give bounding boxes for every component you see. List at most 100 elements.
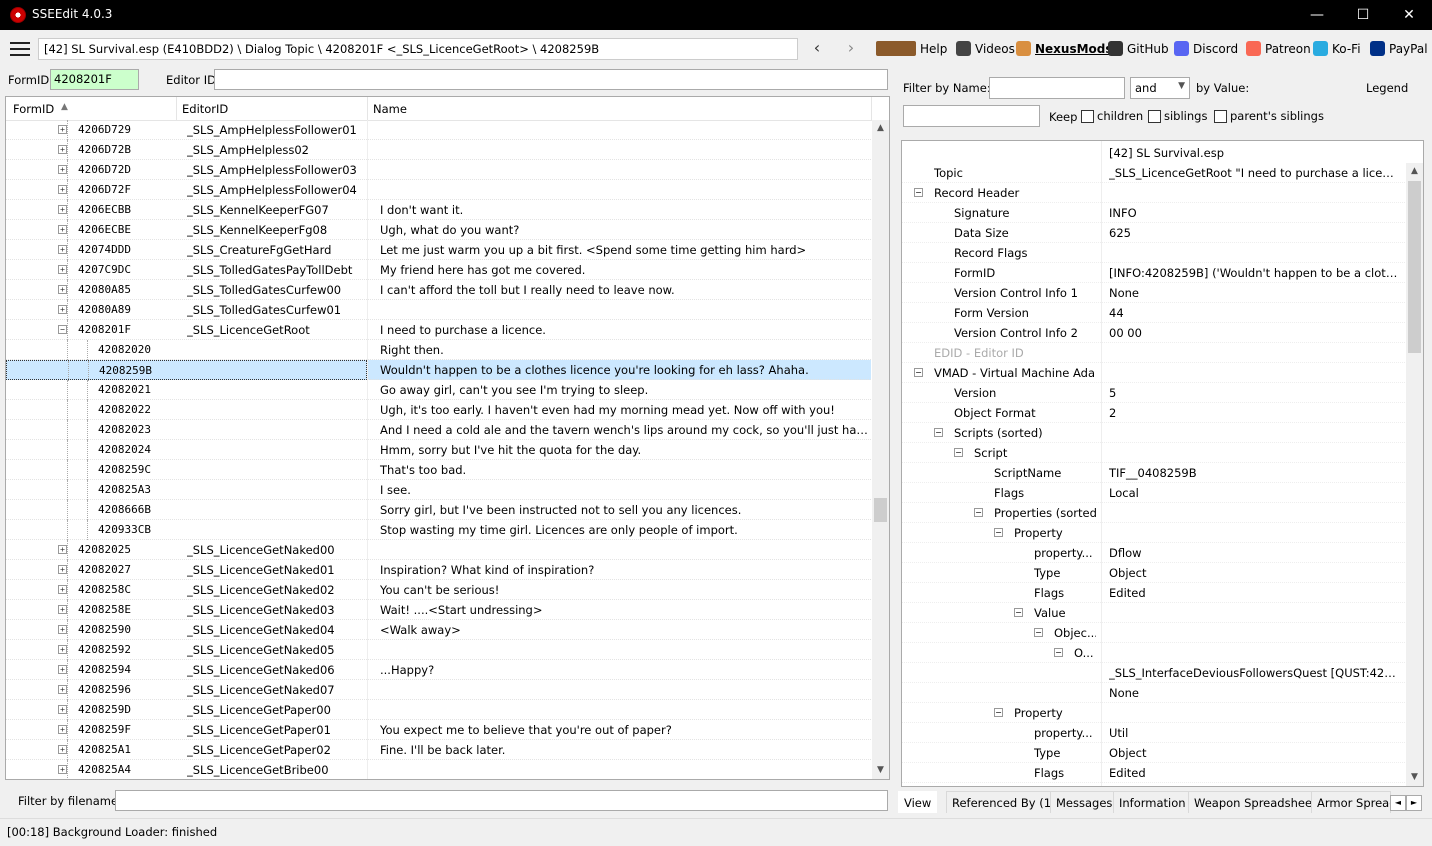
field-row[interactable]: Type Object — [902, 743, 1407, 763]
tree-row[interactable]: 4208259C That's too bad. — [6, 460, 871, 480]
tree-row[interactable]: +4208259D _SLS_LicenceGetPaper00 — [6, 700, 871, 720]
tree-row[interactable]: +42080A89 _SLS_TolledGatesCurfew01 — [6, 300, 871, 320]
record-fields-tree[interactable]: [42] SL Survival.esp Topic _SLS_LicenceGe… — [901, 140, 1424, 787]
filter-value-input[interactable] — [903, 105, 1040, 127]
close-button[interactable]: ✕ — [1386, 0, 1432, 30]
expand-icon[interactable]: + — [58, 665, 67, 674]
expand-icon[interactable]: + — [58, 205, 67, 214]
tree-scrollbar[interactable]: ▲ ▼ — [872, 120, 889, 779]
field-row[interactable]: − Property — [902, 703, 1407, 723]
link-nexusmods[interactable]: NexusMods — [1016, 41, 1113, 56]
field-row[interactable]: − Value — [902, 603, 1407, 623]
tree-row[interactable]: +4208258C _SLS_LicenceGetNaked02 You can't… — [6, 580, 871, 600]
field-row[interactable]: Flags Local — [902, 483, 1407, 503]
field-row[interactable]: Flags Edited — [902, 583, 1407, 603]
field-row[interactable]: − VMAD - Virtual Machine Ada... — [902, 363, 1407, 383]
collapse-icon[interactable]: − — [914, 368, 923, 377]
tree-row[interactable]: 42082022 Ugh, it's too early. I haven't e… — [6, 400, 871, 420]
tree-row[interactable]: 420933CB Stop wasting my time girl. Licen… — [6, 520, 871, 540]
field-row[interactable]: Record Flags — [902, 243, 1407, 263]
column-editorid[interactable]: EditorID — [182, 102, 228, 116]
field-row[interactable]: − Script — [902, 443, 1407, 463]
tab-right-icon[interactable]: ► — [1406, 795, 1422, 811]
expand-icon[interactable]: + — [58, 705, 67, 714]
scroll-up-icon[interactable]: ▲ — [872, 120, 889, 137]
collapse-icon[interactable]: − — [994, 708, 1003, 717]
scroll-up-icon[interactable]: ▲ — [1406, 163, 1423, 180]
forward-arrow-icon[interactable]: › — [840, 38, 862, 60]
field-row[interactable]: Object Format 2 — [902, 403, 1407, 423]
field-row[interactable]: Version 5 — [902, 383, 1407, 403]
tree-row[interactable]: +42082027 _SLS_LicenceGetNaked01 Inspirati… — [6, 560, 871, 580]
tree-row[interactable]: +42080A85 _SLS_TolledGatesCurfew00 I can't… — [6, 280, 871, 300]
tree-row[interactable]: +420825A4 _SLS_LicenceGetBribe00 — [6, 760, 871, 779]
tree-row[interactable]: +4206ECBB _SLS_KennelKeeperFG07 I don't wa… — [6, 200, 871, 220]
scroll-down-icon[interactable]: ▼ — [1406, 769, 1423, 786]
field-row[interactable]: − Record Header — [902, 183, 1407, 203]
link-github[interactable]: GitHub — [1108, 41, 1169, 56]
tree-row[interactable]: +4208258E _SLS_LicenceGetNaked03 Wait! ...… — [6, 600, 871, 620]
field-row[interactable]: Type Object — [902, 563, 1407, 583]
field-row[interactable]: property... Dflow — [902, 543, 1407, 563]
expand-icon[interactable]: + — [58, 645, 67, 654]
expand-icon[interactable]: + — [58, 225, 67, 234]
field-row[interactable]: Form Version 44 — [902, 303, 1407, 323]
filename-filter-input[interactable] — [115, 790, 888, 811]
collapse-icon[interactable]: − — [1014, 608, 1023, 617]
collapse-icon[interactable]: − — [934, 428, 943, 437]
tree-row[interactable]: +42082592 _SLS_LicenceGetNaked05 — [6, 640, 871, 660]
tree-row[interactable]: +4207C9DC _SLS_TolledGatesPayTollDebt My f… — [6, 260, 871, 280]
record-tree[interactable]: FormID ▲ EditorID Name +4206D729 _SLS_Amp… — [5, 96, 890, 780]
field-row[interactable]: Data Size 625 — [902, 223, 1407, 243]
link-help[interactable]: Help — [876, 41, 947, 56]
field-row[interactable]: Version Control Info 1 None — [902, 283, 1407, 303]
scroll-down-icon[interactable]: ▼ — [872, 762, 889, 779]
tree-row[interactable]: 42082020 Right then. — [6, 340, 871, 360]
tree-row[interactable]: 42082024 Hmm, sorry but I've hit the quot… — [6, 440, 871, 460]
expand-icon[interactable]: + — [58, 265, 67, 274]
filter-name-input[interactable] — [989, 77, 1125, 99]
field-row[interactable]: ScriptName TIF__0408259B — [902, 463, 1407, 483]
collapse-icon[interactable]: − — [1034, 628, 1043, 637]
field-row[interactable]: FormID [INFO:4208259B] ('Wouldn't happen … — [902, 263, 1407, 283]
tree-row[interactable]: 420825A3 I see. — [6, 480, 871, 500]
link-discord[interactable]: Discord — [1174, 41, 1238, 56]
field-row[interactable]: Version Control Info 2 00 00 — [902, 323, 1407, 343]
field-row[interactable]: − Properties (sorted) — [902, 503, 1407, 523]
tree-row[interactable]: +42082594 _SLS_LicenceGetNaked06 ...Happy? — [6, 660, 871, 680]
tab-left-icon[interactable]: ◄ — [1390, 795, 1406, 811]
collapse-icon[interactable]: − — [994, 528, 1003, 537]
parents-siblings-checkbox[interactable] — [1214, 110, 1227, 123]
expand-icon[interactable]: + — [58, 605, 67, 614]
link-ko-fi[interactable]: Ko-Fi — [1313, 41, 1361, 56]
tab-weapon-spreadsheet[interactable]: Weapon Spreadsheet — [1188, 791, 1323, 813]
field-row[interactable]: property... Util — [902, 723, 1407, 743]
tree-row[interactable]: +4206D72D _SLS_AmpHelplessFollower03 — [6, 160, 871, 180]
tree-row[interactable]: 4208259B Wouldn't happen to be a clothes … — [6, 360, 871, 381]
field-row[interactable]: Topic _SLS_LicenceGetRoot "I need to purc… — [902, 163, 1407, 183]
collapse-icon[interactable]: − — [58, 325, 67, 334]
expand-icon[interactable]: + — [58, 565, 67, 574]
tab-scroller[interactable]: ◄ ► — [1390, 794, 1424, 811]
column-formid[interactable]: FormID — [13, 102, 54, 116]
collapse-icon[interactable]: − — [954, 448, 963, 457]
siblings-checkbox[interactable] — [1148, 110, 1161, 123]
tab-information[interactable]: Information — [1113, 791, 1192, 813]
tree-row[interactable]: +4206D72F _SLS_AmpHelplessFollower04 — [6, 180, 871, 200]
expand-icon[interactable]: + — [58, 285, 67, 294]
link-paypal[interactable]: PayPal — [1370, 41, 1428, 56]
tree-row[interactable]: +420825A1 _SLS_LicenceGetPaper02 Fine. I'l… — [6, 740, 871, 760]
filter-operator-select[interactable]: and ▼ — [1130, 77, 1190, 99]
maximize-button[interactable]: ☐ — [1340, 0, 1386, 30]
field-row[interactable]: − Scripts (sorted) — [902, 423, 1407, 443]
link-videos[interactable]: Videos — [956, 41, 1015, 56]
tab-view[interactable]: View — [898, 791, 938, 813]
tree-row[interactable]: − 4208201F _SLS_LicenceGetRoot I need to pu… — [6, 320, 871, 340]
collapse-icon[interactable]: − — [914, 188, 923, 197]
tree-row[interactable]: +4206D729 _SLS_AmpHelplessFollower01 — [6, 120, 871, 140]
expand-icon[interactable]: + — [58, 125, 67, 134]
tree-row[interactable]: +4206ECBE _SLS_KennelKeeperFg08 Ugh, what … — [6, 220, 871, 240]
tab-referenced-by[interactable]: Referenced By (1) — [946, 791, 1062, 813]
expand-icon[interactable]: + — [58, 745, 67, 754]
expand-icon[interactable]: + — [58, 625, 67, 634]
